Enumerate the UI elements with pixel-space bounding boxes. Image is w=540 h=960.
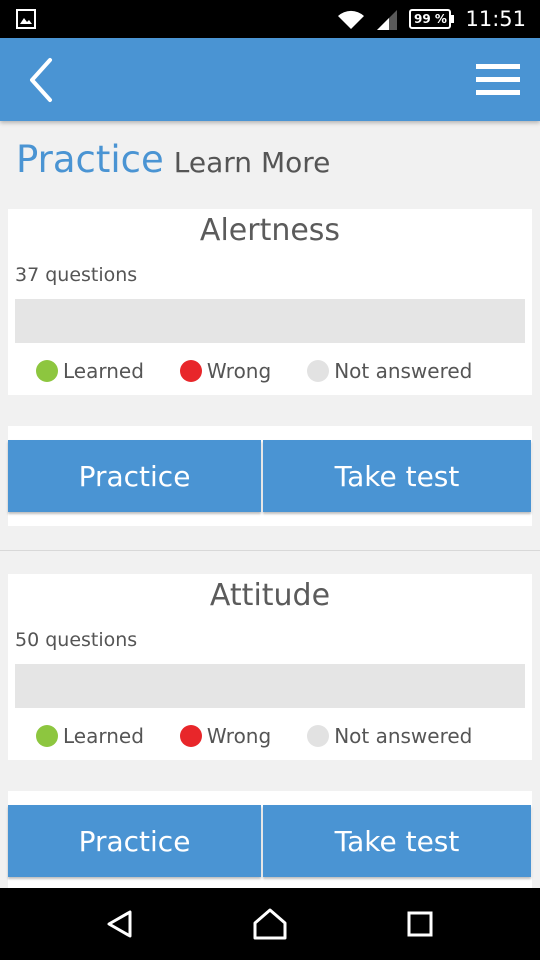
page-header: Practice Learn More (16, 138, 330, 188)
legend-label: Learned (63, 724, 144, 748)
home-icon[interactable] (250, 904, 290, 944)
practice-button[interactable]: Practice (8, 805, 261, 877)
signal-icon (377, 10, 398, 30)
clock: 11:51 (465, 7, 526, 31)
legend-label: Learned (63, 359, 144, 383)
wrong-dot-icon (179, 725, 202, 747)
legend-label: Not answered (334, 359, 473, 383)
navigation-bar (0, 888, 540, 960)
wrong-dot-icon (179, 360, 202, 382)
legend-label: Wrong (206, 359, 272, 383)
learn-more-link[interactable]: Learn More (174, 146, 331, 179)
status-icons: 99 % 11:51 (337, 0, 526, 38)
take-test-button[interactable]: Take test (263, 805, 531, 877)
not-answered-dot-icon (307, 360, 330, 382)
app-bar (0, 38, 540, 121)
battery-icon: 99 % (409, 9, 455, 29)
recents-icon[interactable] (400, 904, 440, 944)
action-buttons: Practice Take test (8, 426, 532, 526)
page-title: Practice (16, 138, 164, 181)
category-card: Attitude 50 questions Learned Wrong Not … (8, 574, 532, 760)
question-count: 37 questions (15, 264, 138, 286)
legend-not-answered: Not answered (307, 724, 472, 748)
category-title: Alertness (199, 213, 341, 248)
learned-dot-icon (36, 725, 58, 747)
take-test-button[interactable]: Take test (263, 440, 531, 512)
legend: Learned Wrong Not answered (36, 359, 472, 383)
section-divider (0, 550, 540, 551)
back-arrow-icon[interactable] (20, 56, 64, 104)
legend: Learned Wrong Not answered (36, 724, 472, 748)
back-triangle-icon[interactable] (100, 904, 140, 944)
action-buttons: Practice Take test (8, 791, 532, 888)
category-title: Attitude (209, 578, 331, 613)
progress-bar (15, 299, 525, 343)
legend-learned: Learned (36, 359, 144, 383)
legend-wrong: Wrong (179, 724, 272, 748)
practice-button[interactable]: Practice (8, 440, 261, 512)
image-notification-icon (16, 9, 36, 29)
learned-dot-icon (36, 360, 58, 382)
question-count: 50 questions (15, 629, 138, 651)
legend-label: Wrong (206, 724, 272, 748)
battery-level: 99 % (414, 12, 447, 26)
legend-not-answered: Not answered (307, 359, 472, 383)
status-bar: 99 % 11:51 (0, 0, 540, 38)
category-card: Alertness 37 questions Learned Wrong Not… (8, 209, 532, 395)
not-answered-dot-icon (307, 725, 330, 747)
wifi-icon (338, 10, 365, 29)
legend-wrong: Wrong (179, 359, 272, 383)
progress-bar (15, 664, 525, 708)
hamburger-menu-icon[interactable] (474, 60, 522, 100)
legend-label: Not answered (334, 724, 473, 748)
legend-learned: Learned (36, 724, 144, 748)
